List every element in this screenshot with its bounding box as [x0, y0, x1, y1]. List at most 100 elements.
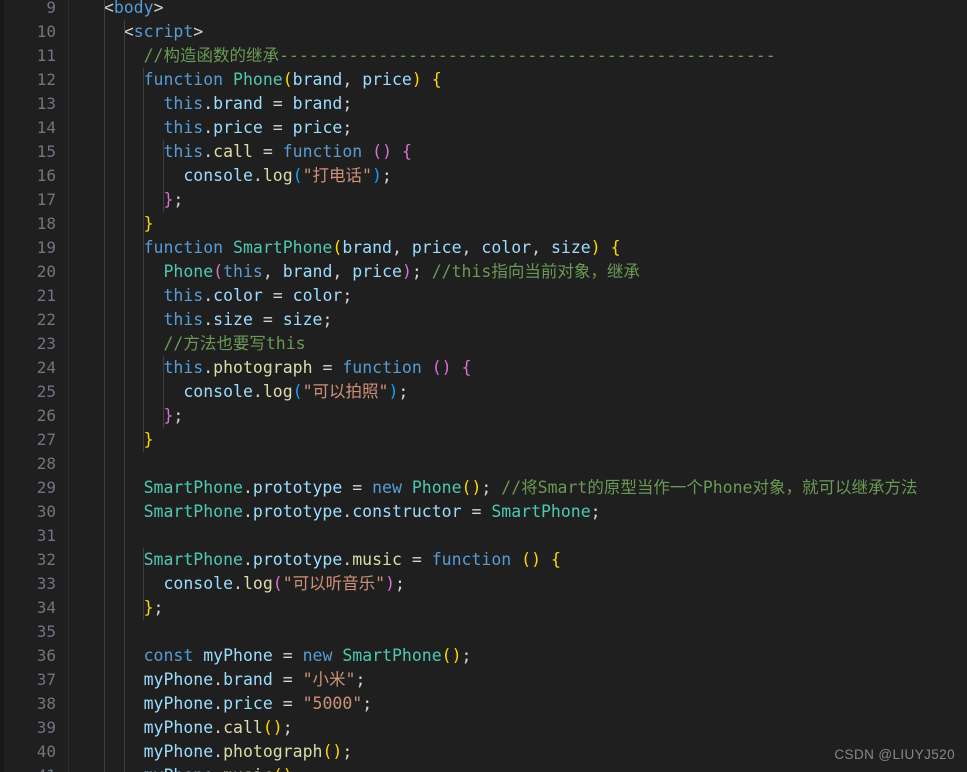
line-number: 29 [36, 478, 56, 497]
code-line[interactable]: 24 this.photograph = function () { [0, 356, 967, 380]
code-token: script [133, 22, 194, 41]
code-line[interactable]: 37 myPhone.brand = "小米"; [0, 668, 967, 692]
line-number: 34 [36, 598, 56, 617]
code-token: myPhone [203, 646, 273, 665]
code-text: function SmartPhone(brand, price, color,… [84, 236, 621, 260]
code-token: Phone [411, 478, 462, 497]
code-line[interactable]: 10 <script> [0, 20, 967, 44]
code-line[interactable]: 14 this.price = price; [0, 116, 967, 140]
code-token: () [372, 142, 393, 161]
code-line[interactable]: 29 SmartPhone.prototype = new Phone(); /… [0, 476, 967, 500]
code-token: . [213, 694, 224, 713]
line-number: 11 [36, 46, 56, 65]
code-token: ( [292, 382, 303, 401]
code-token: . [233, 574, 243, 593]
code-text: console.log("可以拍照"); [84, 380, 408, 404]
code-token: ; [481, 478, 502, 497]
code-token: "可以听音乐" [282, 574, 386, 593]
code-line[interactable]: 40 myPhone.photograph(); [0, 740, 967, 764]
code-line[interactable]: 25 console.log("可以拍照"); [0, 380, 967, 404]
code-token: ( [292, 166, 303, 185]
code-token: ) [401, 262, 412, 281]
code-token: new [372, 478, 402, 497]
code-line[interactable]: 23 //方法也要写this [0, 332, 967, 356]
code-line[interactable]: 22 this.size = size; [0, 308, 967, 332]
code-line[interactable]: 28 [0, 452, 967, 476]
code-token: ) [385, 574, 396, 593]
code-line[interactable]: 32 SmartPhone.prototype.music = function… [0, 548, 967, 572]
code-line[interactable]: 41 myPhone.music(); [0, 764, 967, 772]
code-token: } [143, 598, 154, 617]
code-token: = [252, 310, 283, 329]
code-line[interactable]: 35 [0, 620, 967, 644]
code-token: } [143, 430, 154, 449]
code-line[interactable]: 13 this.brand = brand; [0, 92, 967, 116]
code-text: }; [84, 404, 183, 428]
code-token: . [203, 142, 214, 161]
code-token: price [352, 262, 402, 281]
code-token: this [163, 286, 204, 305]
code-line[interactable]: 27 } [0, 428, 967, 452]
code-token: function [282, 142, 363, 161]
code-line[interactable]: 36 const myPhone = new SmartPhone(); [0, 644, 967, 668]
code-line[interactable]: 33 console.log("可以听音乐"); [0, 572, 967, 596]
line-number: 33 [36, 574, 56, 593]
code-token: color [213, 286, 263, 305]
code-token: , [262, 262, 283, 281]
code-editor[interactable]: 9 <body> 10 <script> 11 //构造函数的继承---------… [0, 0, 967, 772]
code-token: = [262, 286, 293, 305]
code-text: function Phone(brand, price) { [84, 68, 442, 92]
code-token: ) [411, 70, 422, 89]
code-line[interactable]: 15 this.call = function () { [0, 140, 967, 164]
indent-guide [163, 356, 165, 428]
code-token: //this指向当前对象，继承 [431, 262, 640, 281]
code-token: console [183, 382, 253, 401]
code-token: myPhone [143, 694, 214, 713]
code-line[interactable]: 20 Phone(this, brand, price); //this指向当前… [0, 260, 967, 284]
code-token: this [163, 118, 204, 137]
code-token: , [342, 70, 363, 89]
code-text: this.size = size; [84, 308, 332, 332]
code-line[interactable]: 34 }; [0, 596, 967, 620]
code-line[interactable]: 18 } [0, 212, 967, 236]
code-line[interactable]: 12 function Phone(brand, price) { [0, 68, 967, 92]
code-line[interactable]: 31 [0, 524, 967, 548]
code-line[interactable]: 19 function SmartPhone(brand, price, col… [0, 236, 967, 260]
code-token: brand [292, 70, 343, 89]
code-token: { [461, 358, 472, 377]
code-line[interactable]: 17 }; [0, 188, 967, 212]
code-line[interactable]: 21 this.color = color; [0, 284, 967, 308]
code-line[interactable]: 9 <body> [0, 0, 967, 20]
indent-guide [143, 548, 145, 620]
code-token: brand [282, 262, 333, 281]
code-token: ; [173, 406, 184, 425]
code-line[interactable]: 16 console.log("打电话"); [0, 164, 967, 188]
code-line[interactable]: 11 //构造函数的继承----------------------------… [0, 44, 967, 68]
code-token: = [461, 502, 492, 521]
code-token: () [461, 478, 482, 497]
code-token: SmartPhone [143, 550, 243, 569]
code-line[interactable]: 30 SmartPhone.prototype.constructor = Sm… [0, 500, 967, 524]
code-token: "可以拍照" [302, 382, 389, 401]
code-lines-container[interactable]: 9 <body> 10 <script> 11 //构造函数的继承---------… [0, 0, 967, 772]
code-line[interactable]: 38 myPhone.price = "5000"; [0, 692, 967, 716]
code-token: new [302, 646, 333, 665]
code-text: }; [84, 188, 183, 212]
code-token: > [153, 0, 164, 17]
indent-guide [123, 20, 125, 772]
code-token: ; [461, 646, 472, 665]
code-token: ; [342, 286, 353, 305]
line-number: 14 [36, 118, 56, 137]
code-line[interactable]: 39 myPhone.call(); [0, 716, 967, 740]
code-token: ( [332, 238, 343, 257]
code-line[interactable]: 26 }; [0, 404, 967, 428]
code-token: prototype [252, 550, 343, 569]
